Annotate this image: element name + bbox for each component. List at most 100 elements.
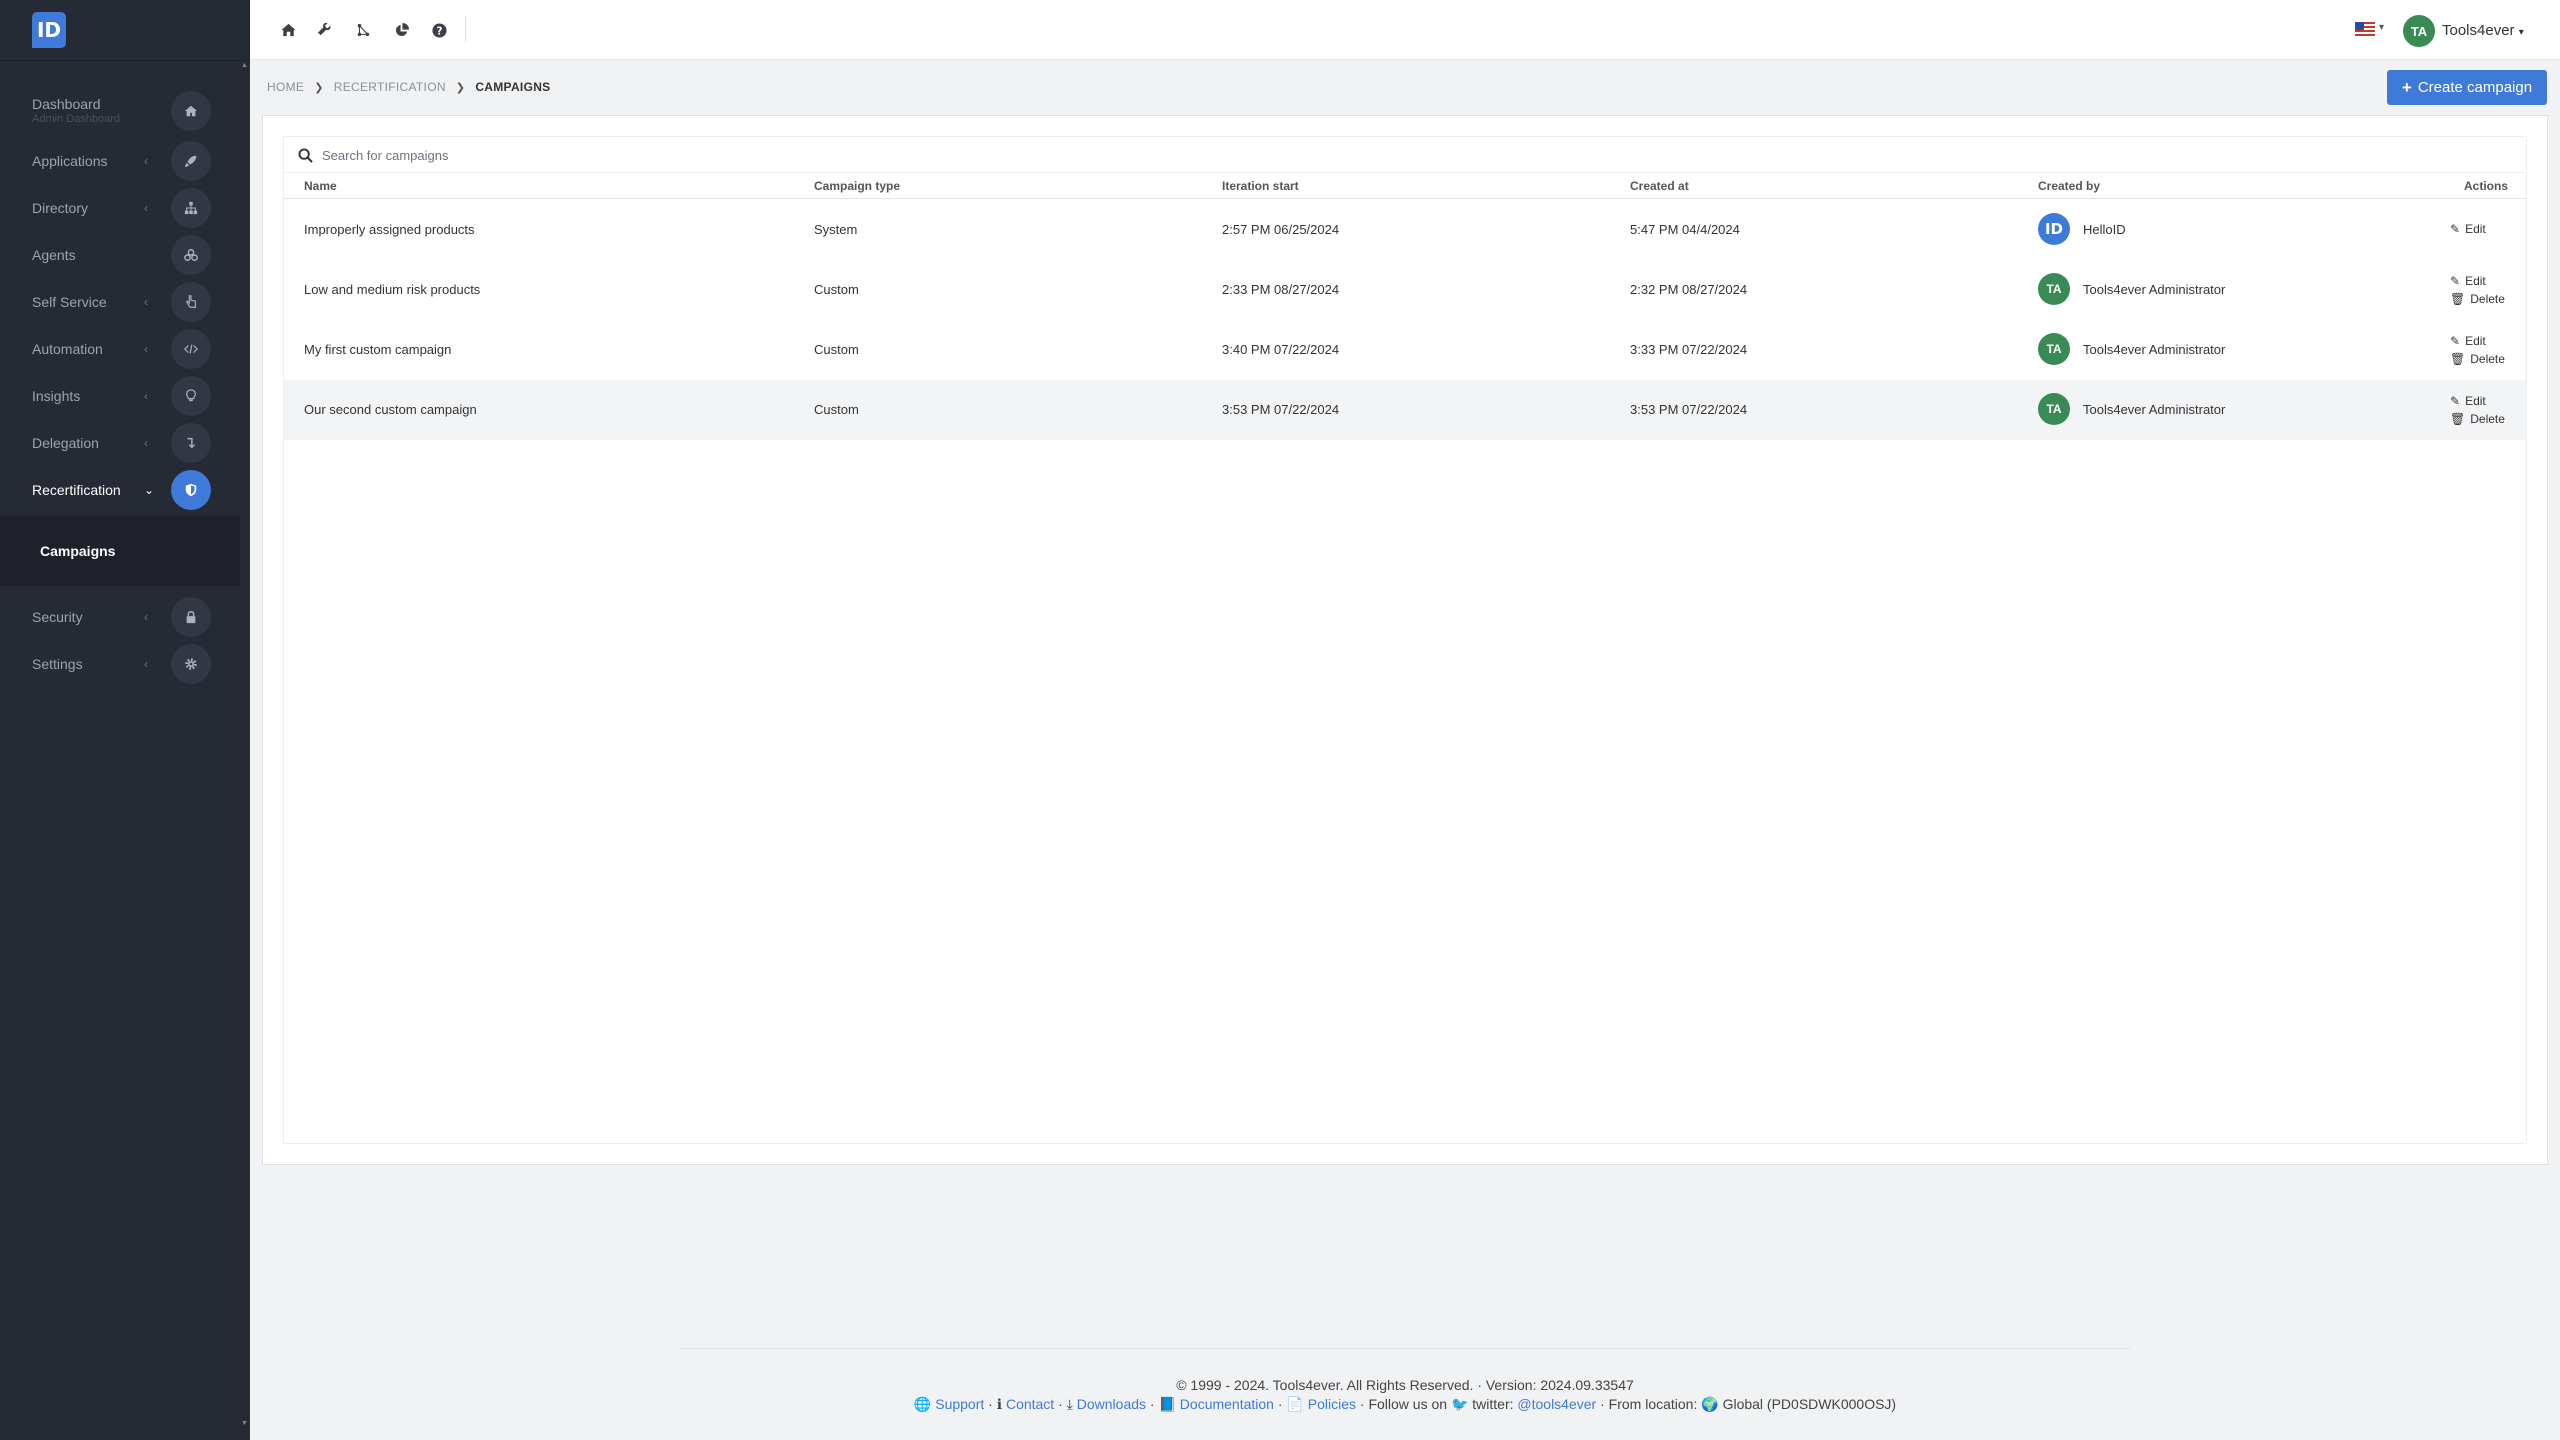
user-avatar[interactable]: TA xyxy=(2403,15,2435,47)
documentation-link[interactable]: Documentation xyxy=(1180,1396,1274,1412)
breadcrumb-home[interactable]: HOME xyxy=(267,80,304,94)
sidebar-item-self-service[interactable]: Self Service ‹ xyxy=(0,278,250,325)
sidebar-item-applications[interactable]: Applications ‹ xyxy=(0,137,250,184)
table-row[interactable]: My first custom campaign Custom 3:40 PM … xyxy=(284,320,2526,380)
table-row[interactable]: Low and medium risk products Custom 2:33… xyxy=(284,260,2526,320)
delete-label: Delete xyxy=(2470,412,2505,426)
edit-label: Edit xyxy=(2465,274,2486,288)
delete-button[interactable]: 🗑 Delete xyxy=(2450,292,2505,306)
column-header-type[interactable]: Campaign type xyxy=(814,179,900,193)
sidebar-item-label: Insights xyxy=(32,387,81,404)
pencil-icon: ✎ xyxy=(2450,274,2461,288)
svg-text:?: ? xyxy=(436,25,442,37)
sidebar-item-security[interactable]: Security ‹ xyxy=(0,593,250,640)
create-campaign-label: Create campaign xyxy=(2417,79,2533,96)
chevron-left-icon: ‹ xyxy=(144,200,148,215)
helloid-logo[interactable]: ID xyxy=(32,12,66,48)
sidebar-item-agents[interactable]: Agents xyxy=(0,231,250,278)
twitter-label: twitter: xyxy=(1472,1396,1514,1412)
sidebar-item-label: Recertification xyxy=(32,481,121,498)
user-menu[interactable]: Tools4ever ▾ xyxy=(2442,22,2524,39)
table-row[interactable]: Our second custom campaign Custom 3:53 P… xyxy=(284,380,2526,440)
scroll-down-arrow[interactable]: ▼ xyxy=(241,1420,248,1427)
sidebar-item-automation[interactable]: Automation ‹ xyxy=(0,325,250,372)
file-icon: 📄 xyxy=(1286,1396,1304,1412)
campaign-name[interactable]: My first custom campaign xyxy=(304,342,451,357)
gear-icon xyxy=(171,643,211,684)
recertification-submenu: Campaigns xyxy=(0,516,240,586)
us-flag-icon[interactable] xyxy=(2355,22,2375,36)
footer-copyright: © 1999 - 2024. Tools4ever. All Rights Re… xyxy=(1176,1377,1634,1393)
column-header-iteration[interactable]: Iteration start xyxy=(1222,179,1299,193)
rocket-icon xyxy=(171,140,211,181)
edit-button[interactable]: ✎ Edit xyxy=(2450,274,2505,288)
help-icon[interactable]: ? xyxy=(427,18,451,42)
delete-button[interactable]: 🗑 Delete xyxy=(2450,352,2505,366)
edit-button[interactable]: ✎ Edit xyxy=(2450,222,2486,236)
lock-icon xyxy=(171,596,211,637)
sidebar-item-delegation[interactable]: Delegation ‹ xyxy=(0,419,250,466)
iteration-start: 3:53 PM 07/22/2024 xyxy=(1222,402,1340,417)
campaign-type: System xyxy=(814,222,858,237)
breadcrumb-current: CAMPAIGNS xyxy=(475,80,551,94)
create-campaign-button[interactable]: + Create campaign xyxy=(2387,70,2547,105)
campaigns-panel: Name Campaign type Iteration start Creat… xyxy=(262,115,2548,1165)
sidebar-item-recertification[interactable]: Recertification ⌄ xyxy=(0,466,250,513)
edit-button[interactable]: ✎ Edit xyxy=(2450,394,2505,408)
top-bar: ? ▾ TA Tools4ever ▾ xyxy=(250,0,2560,60)
edit-label: Edit xyxy=(2465,394,2486,408)
lightbulb-icon xyxy=(171,375,211,416)
sidebar-item-directory[interactable]: Directory ‹ xyxy=(0,184,250,231)
chevron-right-icon: ❯ xyxy=(455,81,466,94)
pencil-icon: ✎ xyxy=(2450,222,2461,236)
wrench-icon[interactable] xyxy=(313,18,337,42)
edit-label: Edit xyxy=(2465,334,2486,348)
chevron-left-icon: ‹ xyxy=(144,153,148,168)
contact-link[interactable]: Contact xyxy=(1006,1396,1054,1412)
sidebar-item-dashboard[interactable]: Dashboard Admin Dashboard xyxy=(0,87,250,134)
search-icon xyxy=(298,148,314,164)
downloads-link[interactable]: Downloads xyxy=(1077,1396,1146,1412)
breadcrumb-recertification[interactable]: RECERTIFICATION xyxy=(334,80,446,94)
support-link[interactable]: Support xyxy=(935,1396,984,1412)
sidebar-item-label: Settings xyxy=(32,655,83,672)
iteration-start: 2:33 PM 08/27/2024 xyxy=(1222,282,1340,297)
column-header-created-by[interactable]: Created by xyxy=(2038,179,2100,193)
trash-icon: 🗑 xyxy=(2450,352,2466,366)
campaign-name[interactable]: Low and medium risk products xyxy=(304,282,480,297)
avatar: TA xyxy=(2038,333,2070,365)
edit-button[interactable]: ✎ Edit xyxy=(2450,334,2505,348)
created-by: Tools4ever Administrator xyxy=(2083,342,2226,357)
column-header-created-at[interactable]: Created at xyxy=(1630,179,1689,193)
pencil-icon: ✎ xyxy=(2450,394,2461,408)
level-down-icon xyxy=(171,422,211,463)
avatar: ID xyxy=(2038,213,2070,245)
sidebar-item-label: Self Service xyxy=(32,293,107,310)
sidebar-item-sublabel: Admin Dashboard xyxy=(32,113,121,125)
chevron-right-icon: ❯ xyxy=(314,81,324,94)
edit-label: Edit xyxy=(2465,222,2486,236)
home-icon[interactable] xyxy=(276,18,300,42)
policies-link[interactable]: Policies xyxy=(1308,1396,1356,1412)
sidebar-item-insights[interactable]: Insights ‹ xyxy=(0,372,250,419)
delete-button[interactable]: 🗑 Delete xyxy=(2450,412,2505,426)
row-actions: ✎ Edit 🗑 Delete xyxy=(2450,394,2505,426)
campaign-name[interactable]: Our second custom campaign xyxy=(304,402,477,417)
sidebar-item-settings[interactable]: Settings ‹ xyxy=(0,640,250,687)
caret-down-icon[interactable]: ▾ xyxy=(2379,22,2384,33)
created-at: 3:33 PM 07/22/2024 xyxy=(1630,342,1748,357)
sidebar-item-label: Dashboard xyxy=(32,96,101,112)
footer-divider xyxy=(680,1348,2130,1349)
sidebar-item-label: Automation xyxy=(32,340,103,357)
share-nodes-icon[interactable] xyxy=(351,18,375,42)
search-input[interactable] xyxy=(322,143,1222,167)
table-row[interactable]: Improperly assigned products System 2:57… xyxy=(284,200,2526,260)
twitter-link[interactable]: @tools4ever xyxy=(1517,1396,1596,1412)
code-icon xyxy=(171,328,211,369)
sidebar-subitem-campaigns[interactable]: Campaigns xyxy=(40,543,115,559)
column-header-name[interactable]: Name xyxy=(304,179,337,193)
scroll-up-arrow[interactable]: ▲ xyxy=(241,62,248,69)
campaign-name[interactable]: Improperly assigned products xyxy=(304,222,475,237)
avatar: TA xyxy=(2038,393,2070,425)
pie-chart-icon[interactable] xyxy=(389,18,413,42)
